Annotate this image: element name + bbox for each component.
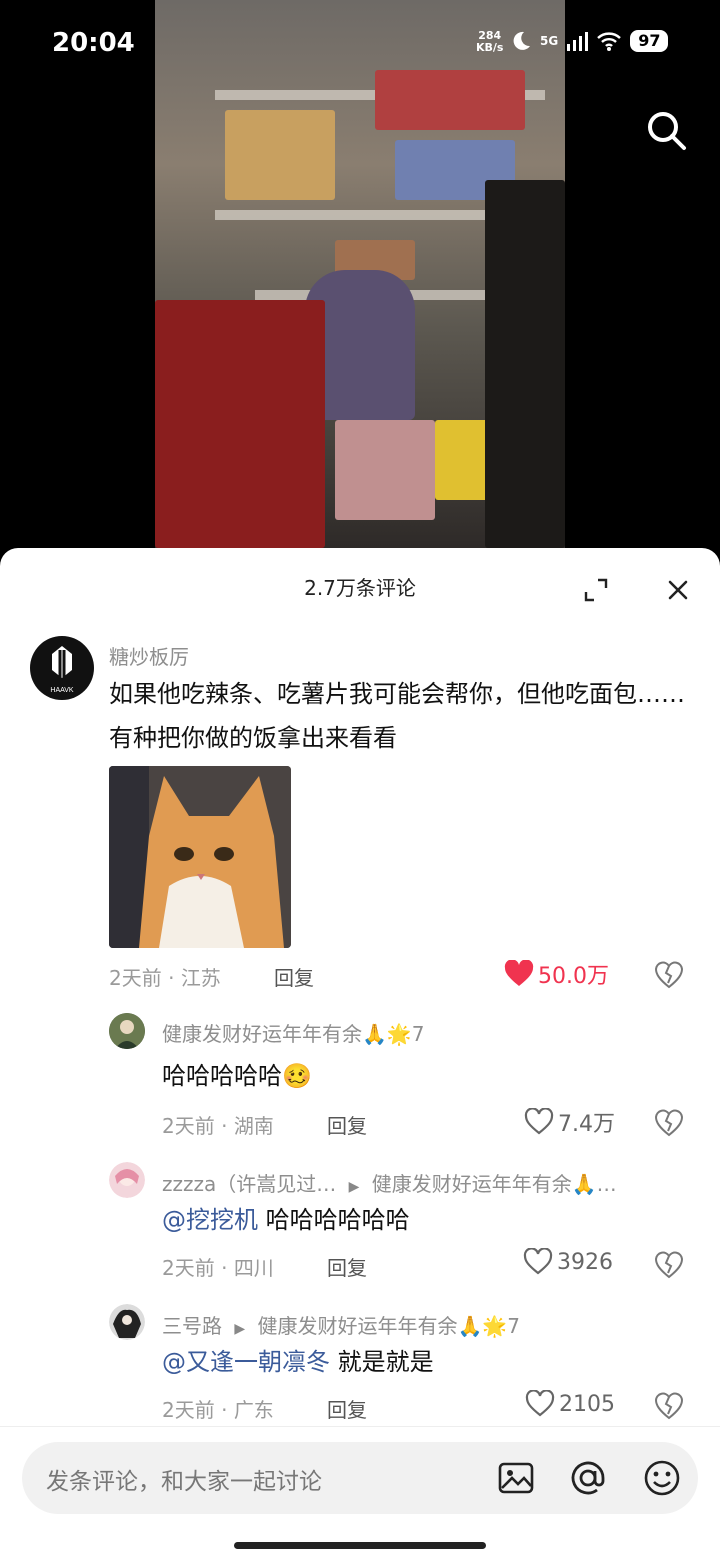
reply-time: 2天前 [162, 1114, 215, 1138]
reply-to-username[interactable]: 健康发财好运年年有余🙏… [372, 1172, 617, 1196]
reply-meta: 2天前 · 四川 [162, 1256, 274, 1280]
comment-meta: 2天前 · 江苏 [109, 966, 221, 990]
mention-link[interactable]: @挖挖机 [162, 1206, 258, 1234]
reply-text: 就是就是 [337, 1348, 434, 1376]
image-icon[interactable] [496, 1458, 536, 1498]
comment-input[interactable]: 发条评论，和大家一起讨论 [22, 1442, 698, 1514]
speed-unit: KB/s [476, 41, 504, 54]
home-indicator[interactable] [234, 1542, 486, 1549]
avatar[interactable]: HAAVK [30, 636, 94, 700]
like-button[interactable]: 2105 [525, 1390, 615, 1418]
like-button[interactable]: 7.4万 [524, 1106, 615, 1138]
cat-picture [109, 766, 291, 948]
battery-level: 97 [630, 30, 669, 52]
reply-username[interactable]: 健康发财好运年年有余🙏🌟7 [162, 1018, 425, 1047]
avatar-image [109, 1013, 145, 1049]
input-divider [0, 1426, 720, 1427]
comment-input-placeholder: 发条评论，和大家一起讨论 [46, 1469, 322, 1495]
status-bar: 20:04 284 KB/s 5G 97 [0, 0, 720, 90]
reply-username[interactable]: 三号路 [162, 1314, 222, 1338]
at-mention-icon[interactable] [568, 1458, 608, 1498]
reply-button[interactable]: 回复 [327, 1394, 367, 1423]
reply-arrow-icon: ▶ [234, 1321, 246, 1337]
reply-time: 2天前 [162, 1256, 215, 1280]
heart-outline-icon [525, 1390, 555, 1417]
comment-time: 2天前 [109, 966, 162, 990]
like-count: 50.0万 [538, 964, 609, 989]
wifi-icon [597, 32, 622, 51]
comment-username[interactable]: 糖炒板厉 [109, 641, 189, 670]
reply-time: 2天前 [162, 1398, 215, 1422]
dislike-icon[interactable] [654, 1391, 684, 1421]
comment-sheet: 2.7万条评论 HAAVK 糖炒板厉 如果他吃辣条、吃薯片我可能会帮你，但他吃面… [0, 548, 720, 1559]
comment-location: 江苏 [180, 966, 221, 990]
avatar[interactable] [109, 1162, 145, 1198]
status-time: 20:04 [52, 28, 135, 58]
reply-location: 四川 [233, 1256, 274, 1280]
reply-username[interactable]: zzzza（许嵩见过… [162, 1172, 336, 1196]
reply-arrow-icon: ▶ [348, 1179, 360, 1195]
reply-meta: 2天前 · 广东 [162, 1398, 274, 1422]
avatar-text: HAAVK [50, 687, 74, 694]
reply-meta: 2天前 · 湖南 [162, 1114, 274, 1138]
system-icons: 5G 97 [510, 30, 669, 52]
search-icon[interactable] [644, 108, 688, 152]
reply-header: 三号路 ▶ 健康发财好运年年有余🙏🌟7 [162, 1310, 520, 1339]
like-count: 7.4万 [558, 1112, 615, 1137]
heart-outline-icon [523, 1248, 553, 1275]
like-count: 2105 [559, 1391, 615, 1417]
moon-icon [513, 31, 530, 50]
reply-location: 湖南 [233, 1114, 274, 1138]
reply-text-line: @挖挖机 哈哈哈哈哈哈 [162, 1198, 410, 1242]
mention-link[interactable]: @又逢一朝凛冬 [162, 1348, 330, 1376]
like-button[interactable]: 3926 [523, 1248, 613, 1276]
reply-text: 哈哈哈哈哈哈 [265, 1206, 410, 1234]
like-button[interactable]: 50.0万 [504, 958, 609, 990]
avatar[interactable] [109, 1013, 145, 1049]
avatar-logo: HAAVK [50, 646, 74, 694]
emoji-icon[interactable] [642, 1458, 682, 1498]
like-count: 3926 [557, 1249, 613, 1275]
avatar-image [109, 1162, 145, 1198]
signal-icon [567, 32, 589, 51]
avatar-image [109, 1304, 145, 1340]
reply-to-username[interactable]: 健康发财好运年年有余🙏🌟7 [258, 1314, 521, 1338]
network-type: 5G [540, 34, 559, 48]
reply-header: zzzza（许嵩见过… ▶ 健康发财好运年年有余🙏… [162, 1168, 617, 1197]
comment-text: 如果他吃辣条、吃薯片我可能会帮你，但他吃面包……有种把你做的饭拿出来看看 [109, 680, 685, 752]
expand-icon[interactable] [582, 576, 610, 604]
close-icon[interactable] [664, 576, 692, 604]
heart-outline-icon [524, 1108, 554, 1135]
dislike-icon[interactable] [654, 1250, 684, 1280]
reply-button[interactable]: 回复 [327, 1252, 367, 1281]
cat-image[interactable] [109, 766, 291, 948]
comment-count-title: 2.7万条评论 [304, 576, 416, 600]
avatar[interactable] [109, 1304, 145, 1340]
dislike-icon[interactable] [654, 960, 684, 990]
reply-location: 广东 [233, 1398, 274, 1422]
reply-button[interactable]: 回复 [327, 1110, 367, 1139]
heart-filled-icon [504, 960, 534, 986]
network-speed: 284 KB/s [476, 30, 503, 54]
dislike-icon[interactable] [654, 1108, 684, 1138]
reply-text: 哈哈哈哈哈🥴 [162, 1062, 312, 1090]
reply-text-line: @又逢一朝凛冬 就是就是 [162, 1340, 434, 1384]
reply-button[interactable]: 回复 [274, 962, 314, 991]
